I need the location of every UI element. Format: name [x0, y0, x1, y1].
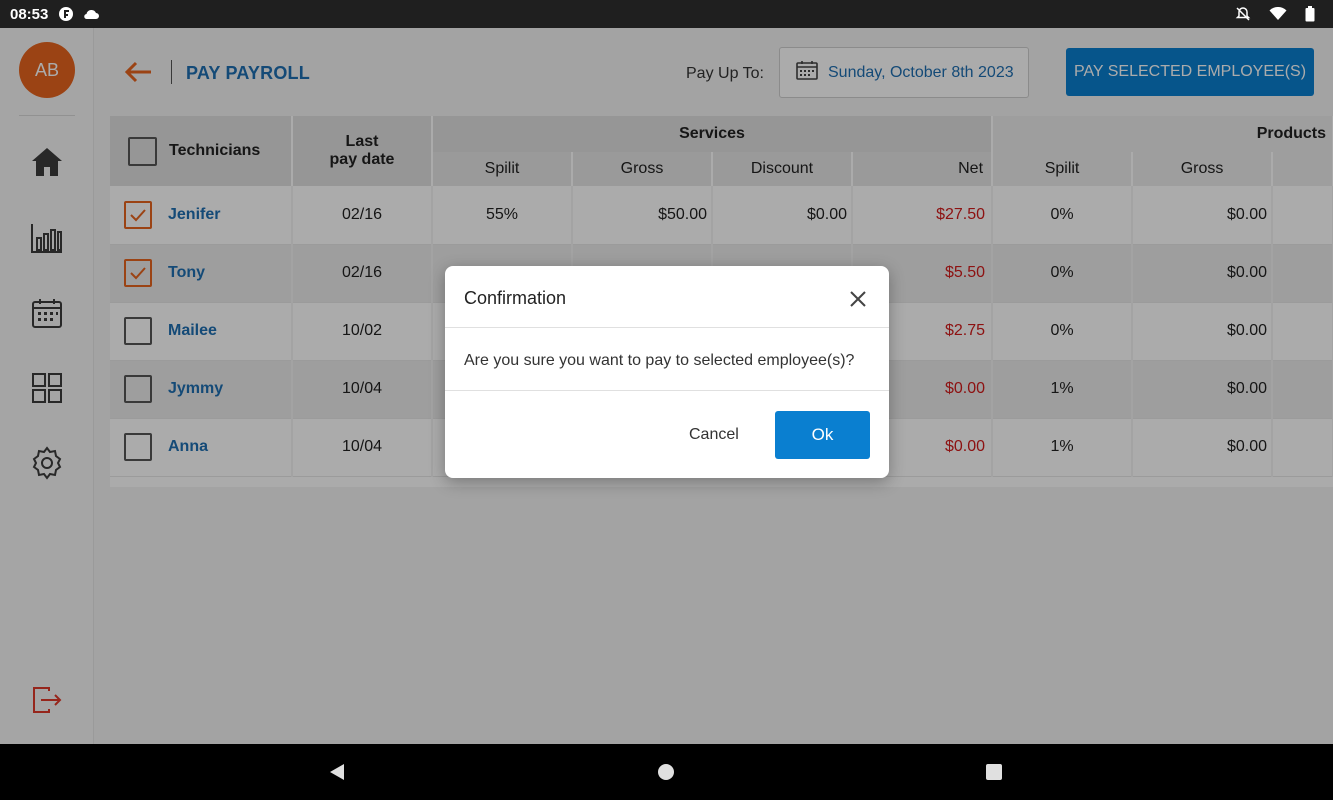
battery-icon: [1305, 6, 1315, 22]
system-navigation-bar: [0, 744, 1333, 800]
ok-button[interactable]: Ok: [775, 411, 870, 459]
notifications-off-icon: [1235, 6, 1251, 22]
home-circle-icon[interactable]: [654, 760, 678, 784]
close-icon[interactable]: [847, 288, 869, 310]
app-notification-icon: [58, 6, 74, 22]
status-time: 08:53: [10, 5, 49, 23]
cancel-button[interactable]: Cancel: [689, 426, 739, 444]
confirmation-dialog: Confirmation Are you sure you want to pa…: [445, 266, 889, 478]
dialog-message: Are you sure you want to pay to selected…: [464, 352, 855, 369]
wifi-icon: [1269, 7, 1287, 21]
recents-square-icon[interactable]: [982, 760, 1006, 784]
dialog-divider: [445, 390, 889, 391]
cloud-icon: [82, 8, 100, 20]
dialog-divider: [445, 327, 889, 328]
back-triangle-icon[interactable]: [325, 760, 349, 784]
dialog-title: Confirmation: [464, 288, 567, 308]
status-bar: 08:53: [0, 0, 1333, 28]
